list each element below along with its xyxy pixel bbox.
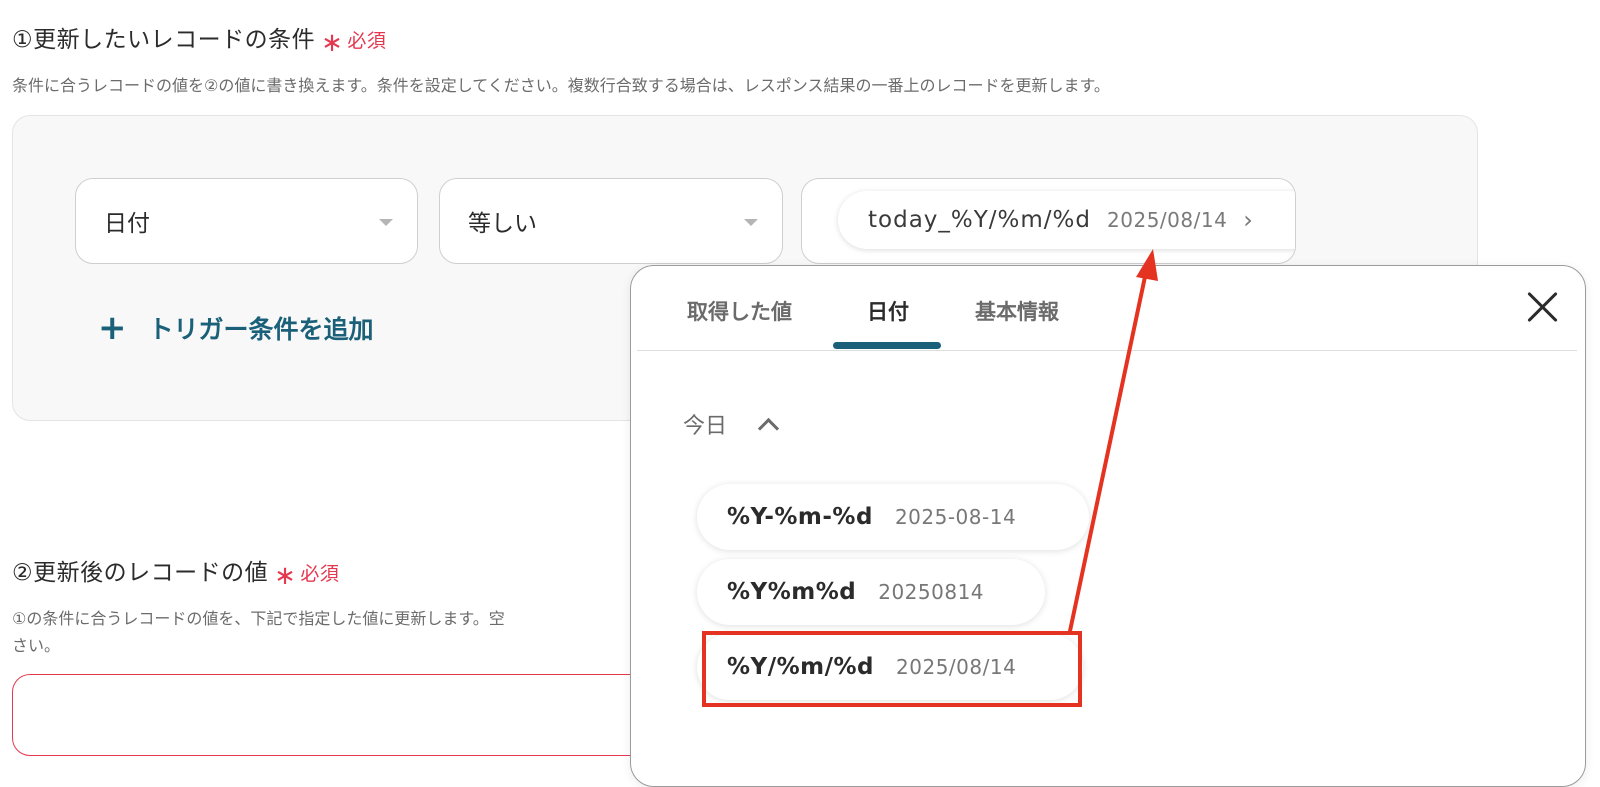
option-format: %Y-%m-%d [727, 504, 873, 530]
group-today-label: 今日 [683, 414, 728, 439]
required-badge: ∗ 必須 [321, 28, 387, 58]
section2-description-line2: さい。 [12, 636, 61, 655]
value-token-example: 2025/08/14 [1107, 208, 1228, 232]
required-label: 必須 [347, 30, 387, 52]
annotation-highlight-box [702, 631, 1082, 707]
section1-title: ①更新したいレコードの条件 ∗ 必須 [12, 20, 386, 58]
option-format: %Y%m%d [727, 579, 857, 605]
value-picker-popup: 取得した値 日付 基本情報 今日 %Y-%m-%d 2025-08-14 %Y%… [630, 265, 1586, 787]
caret-down-icon [744, 219, 758, 226]
chevron-up-icon [757, 417, 780, 439]
operator-select[interactable]: 等しい [439, 178, 783, 264]
plus-icon: + [98, 308, 127, 348]
caret-down-icon [379, 219, 393, 226]
required-badge: ∗ 必須 [274, 561, 340, 591]
section2-description-line1: ①の条件に合うレコードの値を、下記で指定した値に更新します。空 [12, 609, 505, 628]
add-trigger-condition-button[interactable]: + トリガー条件を追加 [98, 310, 374, 346]
value-token[interactable]: today_%Y/%m/%d 2025/08/14 › [838, 191, 1295, 249]
required-label: 必須 [300, 563, 340, 585]
section1-description: 条件に合うレコードの値を②の値に書き換えます。条件を設定してください。複数行合致… [12, 76, 1110, 95]
popup-tabs: 取得した値 日付 基本情報 [637, 266, 1577, 351]
close-icon[interactable] [1525, 290, 1559, 324]
condition-value-field[interactable]: today_%Y/%m/%d 2025/08/14 › [801, 178, 1296, 264]
option-example: 2025-08-14 [894, 505, 1017, 529]
add-trigger-label: トリガー条件を追加 [148, 315, 374, 344]
chevron-right-icon: › [1243, 206, 1253, 234]
tab-date[interactable]: 日付 [867, 296, 909, 326]
format-option-compact[interactable]: %Y%m%d 20250814 [697, 559, 1045, 625]
field-select[interactable]: 日付 [75, 178, 418, 264]
section2-title-text: ②更新後のレコードの値 [12, 560, 269, 586]
section2-title: ②更新後のレコードの値 ∗ 必須 [12, 553, 339, 591]
required-star: ∗ [274, 561, 297, 591]
field-select-value: 日付 [104, 211, 150, 237]
operator-select-value: 等しい [468, 211, 537, 237]
tab-basic-info[interactable]: 基本情報 [975, 296, 1059, 326]
section1-title-text: ①更新したいレコードの条件 [12, 27, 316, 53]
option-example: 20250814 [878, 580, 985, 604]
tab-fetched-values[interactable]: 取得した値 [687, 296, 792, 326]
active-tab-indicator [833, 342, 941, 349]
value-token-key: today_%Y/%m/%d [868, 207, 1092, 233]
format-option-hyphen[interactable]: %Y-%m-%d 2025-08-14 [697, 484, 1089, 550]
required-star: ∗ [321, 28, 344, 58]
group-today-header[interactable]: 今日 [683, 408, 780, 440]
